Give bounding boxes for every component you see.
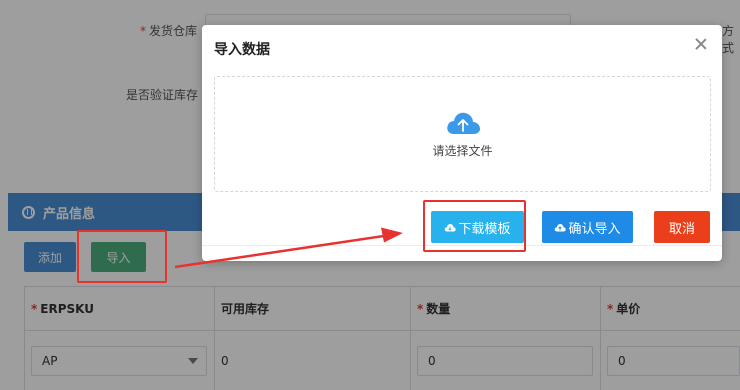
file-drop-zone[interactable]: 请选择文件 — [214, 76, 711, 192]
close-icon[interactable] — [694, 37, 708, 51]
cloud-upload-icon — [446, 112, 480, 134]
confirm-import-button[interactable]: 确认导入 — [542, 211, 633, 243]
select-file-hint: 请选择文件 — [432, 143, 493, 158]
modal-title: 导入数据 — [214, 42, 270, 58]
cancel-button[interactable]: 取消 — [654, 211, 710, 243]
cloud-upload-icon — [555, 223, 567, 231]
download-template-highlight — [423, 200, 526, 252]
import-button-highlight — [77, 230, 167, 283]
